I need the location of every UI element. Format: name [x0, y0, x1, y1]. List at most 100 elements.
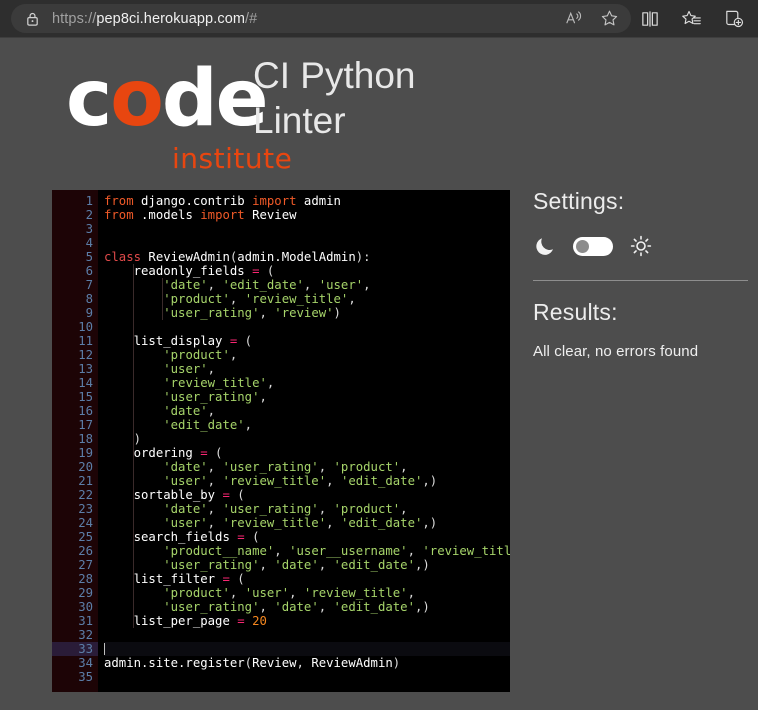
code-line[interactable]: 'product', 'review_title',: [104, 292, 510, 306]
text-cursor: [104, 643, 105, 655]
line-number: 29: [78, 586, 93, 600]
logo-institute-text: institute: [172, 142, 293, 175]
code-token: 'user_rating': [163, 600, 260, 614]
code-line[interactable]: 'product__name', 'user__username', 'revi…: [104, 544, 510, 558]
code-token: list_filter: [104, 572, 223, 586]
code-token: ,: [407, 544, 423, 558]
code-token: 'review_title': [303, 586, 408, 600]
code-line[interactable]: [104, 222, 510, 236]
code-token: 'user_rating': [163, 390, 260, 404]
code-line[interactable]: 'user', 'review_title', 'edit_date',): [104, 474, 510, 488]
code-token: ,: [207, 502, 223, 516]
code-line[interactable]: 'product', 'user', 'review_title',: [104, 586, 510, 600]
code-line[interactable]: admin.site.register(Review, ReviewAdmin): [104, 656, 510, 670]
code-line[interactable]: [104, 628, 510, 642]
code-line[interactable]: sortable_by = (: [104, 488, 510, 502]
code-line[interactable]: 'user_rating', 'date', 'edit_date',): [104, 558, 510, 572]
code-token: 'user': [163, 362, 208, 376]
code-line[interactable]: list_per_page = 20: [104, 614, 510, 628]
code-token: ): [333, 306, 341, 320]
code-line[interactable]: class ReviewAdmin(admin.ModelAdmin):: [104, 250, 510, 264]
code-line[interactable]: ): [104, 432, 510, 446]
code-token: 'review_title': [422, 544, 510, 558]
split-screen-icon[interactable]: [640, 9, 660, 29]
code-content[interactable]: from django.contrib import admin from .mo…: [98, 190, 510, 692]
line-number: 34: [78, 656, 93, 670]
code-line[interactable]: ordering = (: [104, 446, 510, 460]
code-token: =: [237, 614, 245, 628]
logo-letters-de: de: [161, 54, 269, 144]
code-token: ): [104, 432, 142, 446]
code-line[interactable]: readonly_fields = (: [104, 264, 510, 278]
panel-divider: [533, 280, 748, 281]
code-token: ,: [207, 362, 216, 376]
code-line[interactable]: 'user_rating',: [104, 390, 510, 404]
line-number: 10: [78, 320, 93, 334]
line-number: 6: [85, 264, 93, 278]
code-token: =: [222, 488, 230, 502]
code-token: (: [229, 572, 245, 586]
code-token: ,: [318, 558, 334, 572]
code-line[interactable]: 'user_rating', 'review'): [104, 306, 510, 320]
code-token: 'review_title': [163, 376, 267, 390]
read-aloud-icon[interactable]: [565, 10, 584, 27]
code-token: ,): [422, 474, 438, 488]
code-line[interactable]: 'product',: [104, 348, 510, 362]
code-token: 'date': [163, 404, 208, 418]
code-editor[interactable]: 1 2 3 4 5 6 7 8 9 10 11 12 13 14 15 16 17 18 19 20 21 22 23 24 2…: [52, 190, 510, 692]
code-line[interactable]: from .models import Review: [104, 208, 510, 222]
code-line[interactable]: list_display = (: [104, 334, 510, 348]
code-token: (: [229, 488, 245, 502]
code-line[interactable]: [104, 236, 510, 250]
code-token: 'edit_date': [340, 474, 423, 488]
code-token: search_fields: [104, 530, 238, 544]
code-line[interactable]: 'edit_date',: [104, 418, 510, 432]
favorites-star-list-icon[interactable]: [681, 9, 702, 29]
code-line[interactable]: list_filter = (: [104, 572, 510, 586]
code-token: import: [252, 194, 297, 208]
address-bar[interactable]: https://pep8ci.herokuapp.com/#: [11, 4, 631, 33]
sun-icon[interactable]: [629, 234, 653, 258]
code-token: 'date': [274, 600, 319, 614]
code-line[interactable]: 'date', 'edit_date', 'user',: [104, 278, 510, 292]
code-token: admin.ModelAdmin: [237, 250, 356, 264]
code-line[interactable]: search_fields = (: [104, 530, 510, 544]
moon-icon[interactable]: [533, 234, 557, 258]
code-line[interactable]: 'user',: [104, 362, 510, 376]
code-line[interactable]: [104, 670, 510, 684]
code-token: ,: [318, 502, 334, 516]
code-line[interactable]: 'review_title',: [104, 376, 510, 390]
line-number: 7: [85, 278, 93, 292]
logo-letter-o: o: [110, 54, 164, 144]
code-token: admin.site.register: [104, 656, 245, 670]
line-number: 25: [78, 530, 93, 544]
line-number: 33: [52, 642, 98, 656]
theme-toggle-row: [533, 232, 748, 260]
star-outline-icon[interactable]: [600, 9, 619, 28]
code-token: import: [200, 208, 245, 222]
code-line[interactable]: 'date', 'user_rating', 'product',: [104, 460, 510, 474]
code-line[interactable]: [104, 642, 510, 656]
theme-toggle-switch[interactable]: [573, 236, 613, 256]
collections-add-icon[interactable]: [723, 8, 744, 29]
line-number: 26: [78, 544, 93, 558]
line-number: 17: [78, 418, 93, 432]
code-token: 'product': [163, 348, 230, 362]
code-line[interactable]: 'date', 'user_rating', 'product',: [104, 502, 510, 516]
code-token: sortable_by: [104, 488, 223, 502]
code-line[interactable]: 'date',: [104, 404, 510, 418]
code-token: 'date': [163, 278, 208, 292]
line-number: 30: [78, 600, 93, 614]
code-line[interactable]: [104, 320, 510, 334]
code-token: 'review_title': [244, 292, 349, 306]
code-line[interactable]: 'user_rating', 'date', 'edit_date',): [104, 600, 510, 614]
code-line[interactable]: from django.contrib import admin: [104, 194, 510, 208]
code-token: list_per_page: [104, 614, 238, 628]
code-line[interactable]: 'user', 'review_title', 'edit_date',): [104, 516, 510, 530]
